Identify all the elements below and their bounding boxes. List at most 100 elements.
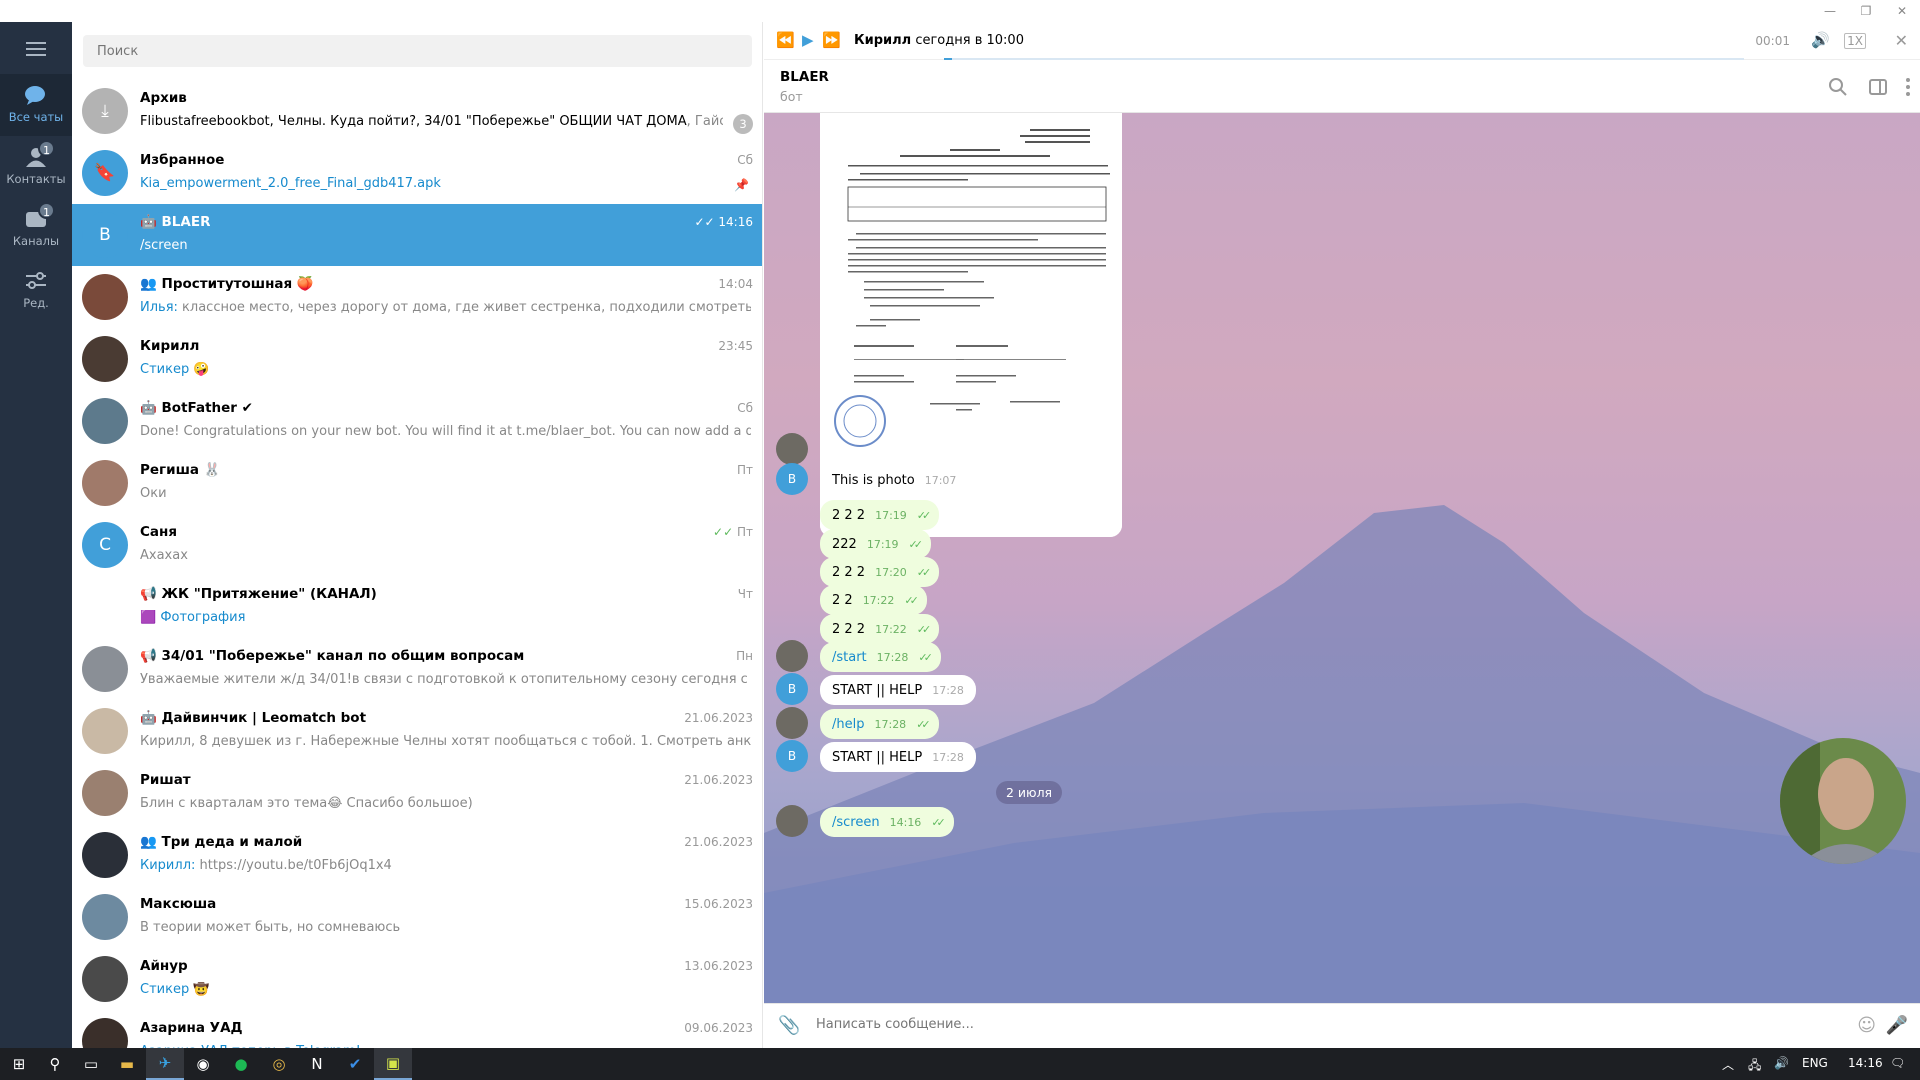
- outgoing-message[interactable]: /start 17:28 ✓✓: [820, 642, 941, 672]
- user-avatar[interactable]: [776, 805, 808, 837]
- windows-start-icon[interactable]: ⊞: [0, 1048, 38, 1080]
- chat-row[interactable]: Кирилл 23:45 Стикер 🤪: [72, 328, 762, 390]
- task-view-icon[interactable]: ▭: [72, 1048, 110, 1080]
- chat-title[interactable]: BLAER: [780, 69, 829, 85]
- microphone-icon[interactable]: 🎤: [1886, 1015, 1908, 1036]
- message-text[interactable]: /start: [832, 650, 867, 665]
- incoming-message[interactable]: START || HELP 17:28: [820, 742, 976, 772]
- outgoing-message[interactable]: 2 2 2 17:19 ✓✓: [820, 500, 940, 530]
- chat-row[interactable]: Азарина УАД09.06.2023Азарина УАД теперь …: [72, 1010, 762, 1048]
- chat-row[interactable]: 👥 Три деда и малой 21.06.2023 Кирилл: http…: [72, 824, 762, 886]
- play-icon[interactable]: ▶: [802, 31, 814, 49]
- rewind-icon[interactable]: ⏪: [776, 31, 795, 49]
- video-message-bubble[interactable]: [1780, 738, 1906, 864]
- chat-row[interactable]: Региша 🐰 Пт Оки: [72, 452, 762, 514]
- chat-time: Пн: [736, 649, 753, 663]
- close-player-icon[interactable]: ✕: [1895, 31, 1908, 50]
- notion-icon[interactable]: N: [298, 1048, 336, 1080]
- fast-forward-icon[interactable]: ⏩: [822, 31, 841, 49]
- folder-label: Каналы: [12, 234, 60, 248]
- notifications-icon[interactable]: 🗨: [1890, 1056, 1905, 1070]
- search-input[interactable]: [83, 35, 752, 67]
- audio-player: ⏪ ▶ ⏩ Кирилл сегодня в 10:00 00:01 🔊 1X …: [764, 22, 1920, 60]
- volume-tray-icon[interactable]: 🔊: [1774, 1056, 1789, 1070]
- search-icon[interactable]: ⚲: [36, 1048, 74, 1080]
- chat-time: Сб: [737, 401, 753, 415]
- chat-preview: Flibustafreebookbot, Челны. Куда пойти?,…: [140, 114, 723, 129]
- emoji-icon[interactable]: ☺: [1857, 1015, 1876, 1036]
- read-checks-icon: ✓✓: [918, 650, 933, 664]
- todo-icon[interactable]: ✔: [336, 1048, 374, 1080]
- network-icon[interactable]: 🖧: [1748, 1056, 1761, 1077]
- sidebar-toggle-icon[interactable]: [1866, 75, 1890, 99]
- folder-all-chats[interactable]: Все чаты: [0, 74, 72, 136]
- chat-row[interactable]: Айнур 13.06.2023 Стикер 🤠: [72, 948, 762, 1010]
- chat-type-icon: 📢: [140, 586, 157, 602]
- chat-avatar: [82, 460, 128, 506]
- minimize-button[interactable]: —: [1812, 0, 1848, 22]
- language-indicator[interactable]: ENG: [1802, 1056, 1828, 1070]
- chat-row[interactable]: ⤓ Архив Flibustafreebookbot, Челны. Куда п…: [72, 80, 762, 142]
- bot-avatar[interactable]: B: [776, 463, 808, 495]
- outgoing-message[interactable]: 2 2 17:22 ✓✓: [820, 585, 927, 615]
- restore-button[interactable]: ❐: [1848, 0, 1884, 22]
- chat-row[interactable]: 👥 Проститутошная 🍑 14:04 Илья: классное ме…: [72, 266, 762, 328]
- more-options-icon[interactable]: [1896, 75, 1920, 99]
- chat-row[interactable]: 🔖 Избранное Сб Kia_empowerment_2.0_free_Fin…: [72, 142, 762, 204]
- message-input[interactable]: [816, 1017, 1716, 1032]
- chat-name: 👥 Три деда и малой: [140, 834, 302, 850]
- player-date: сегодня в 10:00: [911, 33, 1024, 48]
- chat-row[interactable]: 🤖 BotFather ✔ Сб Done! Congratulations on …: [72, 390, 762, 452]
- chat-row[interactable]: Ришат 21.06.2023 Блин с кварталам это тема…: [72, 762, 762, 824]
- message-sender: Илья:: [140, 300, 178, 315]
- message-preview: Kia_empowerment_2.0_free_Final_gdb417.ap…: [140, 176, 441, 191]
- user-avatar[interactable]: [776, 433, 808, 465]
- chat-avatar: 🔖: [82, 150, 128, 196]
- menu-icon[interactable]: [26, 42, 46, 56]
- outgoing-message[interactable]: 2 2 2 17:20 ✓✓: [820, 557, 940, 587]
- user-avatar[interactable]: [776, 707, 808, 739]
- chat-row[interactable]: Максюша 15.06.2023 В теории может быть, но…: [72, 886, 762, 948]
- chat-row[interactable]: B 🤖 BLAER ✓✓ 14:16/screen: [72, 204, 762, 266]
- chrome-icon[interactable]: ◎: [260, 1048, 298, 1080]
- tray-chevron-icon[interactable]: ︿: [1722, 1056, 1734, 1073]
- chat-name: Ришат: [140, 772, 191, 788]
- search-icon[interactable]: [1826, 75, 1850, 99]
- chat-row[interactable]: С Саня ✓✓ Пт Ахахах: [72, 514, 762, 576]
- playback-speed-button[interactable]: 1X: [1844, 33, 1866, 49]
- outgoing-message[interactable]: 222 17:19 ✓✓: [820, 529, 931, 559]
- outgoing-message[interactable]: /help 17:28 ✓✓: [820, 709, 939, 739]
- chat-row[interactable]: 📢 ЖК "Притяжение" (КАНАЛ) Чт 🟪 Фотография: [72, 576, 762, 638]
- folder-edit[interactable]: Ред.: [0, 260, 72, 322]
- folder-contacts[interactable]: 1 Контакты: [0, 136, 72, 198]
- file-explorer-icon[interactable]: ▬: [108, 1048, 146, 1080]
- close-window-button[interactable]: ✕: [1884, 0, 1920, 22]
- message-preview: Блин с кварталам это тема😂 Спасибо больш…: [140, 796, 473, 811]
- yandex-browser-icon[interactable]: ◉: [184, 1048, 222, 1080]
- pycharm-icon[interactable]: ▣: [374, 1048, 412, 1080]
- player-progress-bar[interactable]: [944, 58, 1744, 60]
- message-text[interactable]: /screen: [832, 815, 880, 830]
- chat-timestamp: 21.06.2023: [684, 835, 753, 849]
- spotify-icon[interactable]: ●: [222, 1048, 260, 1080]
- folder-channels[interactable]: 1 Каналы: [0, 198, 72, 260]
- incoming-message[interactable]: This is photo 17:07: [820, 465, 969, 495]
- attach-icon[interactable]: 📎: [778, 1015, 800, 1036]
- chat-row[interactable]: 📢 34/01 "Побережье" канал по общим вопро…: [72, 638, 762, 700]
- clock[interactable]: 14:16: [1848, 1056, 1883, 1070]
- chat-time: 15.06.2023: [684, 897, 753, 911]
- bot-avatar[interactable]: B: [776, 673, 808, 705]
- message-text[interactable]: /help: [832, 717, 864, 732]
- chat-row[interactable]: 🤖 Дайвинчик | Leomatch bot 21.06.2023 Кири…: [72, 700, 762, 762]
- message-time: 17:28: [876, 650, 909, 664]
- outgoing-message[interactable]: 2 2 2 17:22 ✓✓: [820, 614, 940, 644]
- windows-taskbar: ⊞ ⚲ ▭ ▬ ✈ ◉ ● ◎ N ✔ ▣ ︿ 🖧 🔊 ENG 14:16 🗨: [0, 1048, 1920, 1080]
- outgoing-message[interactable]: /screen 14:16 ✓✓: [820, 807, 954, 837]
- telegram-icon[interactable]: ✈: [146, 1048, 184, 1080]
- player-title[interactable]: Кирилл сегодня в 10:00: [854, 33, 1024, 48]
- incoming-message[interactable]: START || HELP 17:28: [820, 675, 976, 705]
- volume-icon[interactable]: 🔊: [1811, 31, 1830, 49]
- chat-name: 🤖 BotFather ✔: [140, 400, 253, 416]
- user-avatar[interactable]: [776, 640, 808, 672]
- bot-avatar[interactable]: B: [776, 740, 808, 772]
